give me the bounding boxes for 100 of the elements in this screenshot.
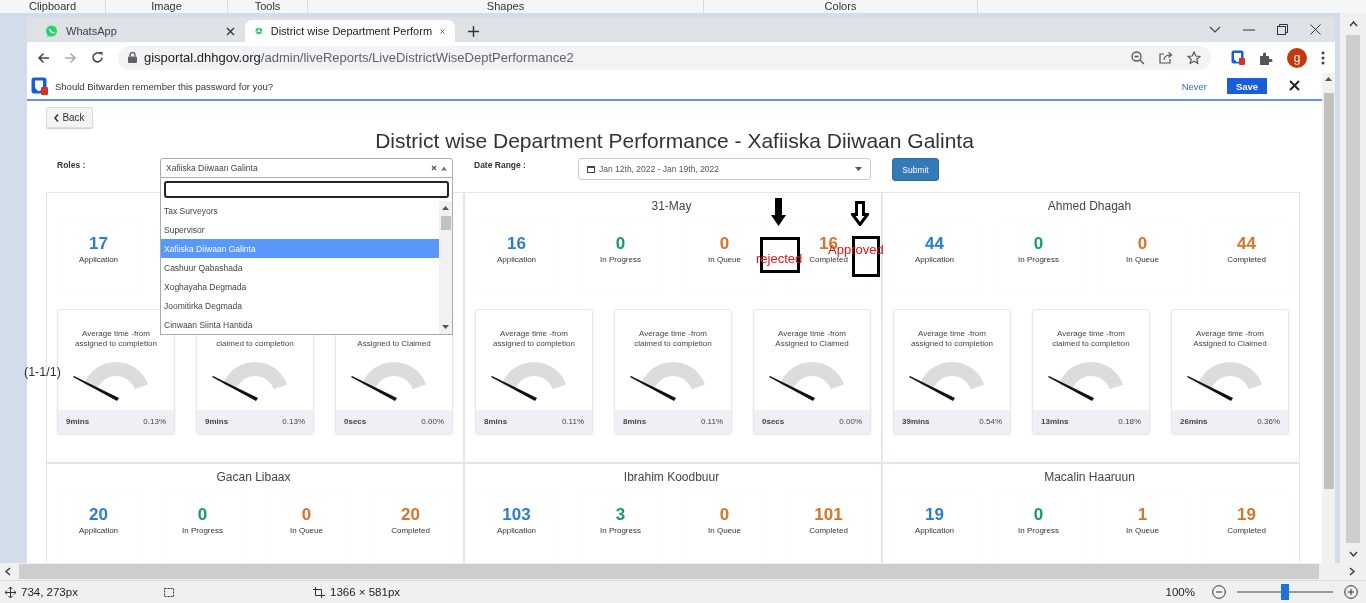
scroll-thumb[interactable] [19, 564, 1319, 579]
gauge-title: claimed to completion [216, 339, 294, 349]
restore-icon[interactable] [1277, 24, 1288, 35]
gauge-percent: 0.36% [1257, 417, 1280, 426]
dropdown-option[interactable]: Joomitirka Degmada [161, 296, 439, 315]
gauge-title: assigned to completion [75, 339, 157, 349]
submit-button[interactable]: Submit [892, 158, 939, 181]
selection-icon [163, 586, 175, 598]
gauge-title: Average time -from [778, 329, 846, 339]
gauge-time: 13mins [1041, 417, 1069, 426]
dropdown-option[interactable]: Xoghayaha Degmada [161, 277, 439, 296]
kebab-menu-icon[interactable] [1321, 50, 1325, 65]
zoom-in-button[interactable] [1344, 585, 1358, 599]
caret-up-icon[interactable] [442, 205, 449, 210]
address-bar[interactable]: gisportal.dhhgov.org/admin/liveReports/LiveDistrictWiseDeptPerformance2 [118, 45, 1211, 70]
list-scrollbar[interactable] [439, 201, 452, 334]
gauge-time: 39mins [902, 417, 930, 426]
caret-icon [855, 167, 862, 171]
stat-label: In Queue [1126, 255, 1159, 264]
date-range-label: Date Range : [474, 160, 527, 170]
stat-value: 20 [401, 505, 420, 525]
panel-title: 31-May [651, 199, 692, 213]
stat-label: In Queue [708, 526, 741, 535]
chevron-down-icon[interactable] [1348, 551, 1358, 557]
scroll-thumb[interactable] [1346, 35, 1360, 543]
zoom-out-button[interactable] [1212, 585, 1226, 599]
stat-value: 0 [197, 505, 208, 525]
stat-value: 101 [814, 505, 843, 525]
move-icon [5, 586, 16, 598]
gauge-title: Average time -from [918, 329, 986, 339]
stat-label: In Queue [290, 526, 323, 535]
chevron-left-icon[interactable] [5, 567, 11, 576]
calendar-icon [587, 165, 595, 173]
stat-label: Application [78, 255, 119, 264]
stat-value: 19 [925, 505, 944, 525]
panel-title: Ibrahim Koodbuur [623, 470, 720, 484]
close-icon[interactable] [1289, 79, 1300, 91]
clear-and-caret-icon[interactable] [431, 165, 447, 171]
stat-value: 3 [615, 505, 626, 525]
puzzle-icon[interactable] [1259, 50, 1273, 65]
stat-label: In Queue [708, 255, 741, 264]
dropdown-option[interactable]: Supervisor [161, 220, 439, 239]
gauge-title: assigned to completion [911, 339, 993, 349]
plus-icon[interactable] [467, 25, 480, 38]
scroll-thumb[interactable] [1323, 93, 1334, 489]
search-field[interactable] [164, 181, 449, 198]
gauge-title: Average time -from [1196, 329, 1264, 339]
reload-icon[interactable] [91, 51, 104, 64]
stat-value: 0 [1033, 234, 1044, 254]
gauge-title: Average time -from [82, 329, 150, 339]
profile-avatar[interactable]: g [1287, 47, 1307, 68]
gauge-time: 26mins [1180, 417, 1208, 426]
dropdown-option[interactable]: Tax Surveyors [161, 201, 439, 220]
gauge-time: 0secs [344, 417, 367, 426]
chevron-up-icon[interactable] [1348, 21, 1358, 27]
close-icon[interactable] [226, 26, 235, 36]
back-arrow-icon[interactable] [37, 51, 50, 64]
gauge-title: Assigned to Claimed [1193, 339, 1267, 349]
panel-title: Gacan Libaax [216, 470, 291, 484]
stat-value: 1 [1137, 505, 1148, 525]
zoom-out-icon[interactable] [1131, 50, 1145, 65]
dropdown-option[interactable]: Cashuur Qabashada [161, 258, 439, 277]
gauge-percent: 0.11% [700, 417, 723, 426]
stat-value: 17 [89, 234, 108, 254]
stat-label: Application [78, 526, 119, 535]
ribbon-group-label: Colors [824, 0, 857, 13]
page-scrollbar[interactable] [1322, 73, 1335, 563]
stat-value: 44 [925, 234, 944, 254]
down-arrow-icon [771, 198, 786, 226]
browser-tab[interactable]: WhatsApp [35, 20, 245, 42]
date-range-field[interactable]: Jan 12th, 2022 - Jan 19th, 2022 [578, 158, 871, 180]
gauge-time: 9mins [66, 417, 90, 426]
chevron-left-icon [54, 113, 60, 122]
close-icon[interactable] [1310, 24, 1321, 35]
share-icon[interactable] [1159, 51, 1173, 64]
gauge-time: 0secs [762, 417, 785, 426]
caret-up-icon[interactable] [1325, 76, 1332, 81]
star-icon[interactable] [1187, 50, 1201, 65]
shield-icon [31, 77, 49, 95]
never-link[interactable]: Never [1181, 80, 1207, 92]
chevron-down-icon[interactable] [1209, 25, 1221, 34]
chat-bubble-icon [45, 24, 58, 38]
shield-icon[interactable] [1231, 50, 1245, 65]
caret-down-icon[interactable] [442, 325, 449, 330]
scroll-thumb[interactable] [440, 216, 451, 230]
gauge-percent: 0.18% [1118, 417, 1141, 426]
stat-value: 0 [615, 234, 626, 254]
browser-tab[interactable]: District wise Department Perform [245, 20, 455, 42]
gauge-title: claimed to completion [634, 339, 712, 349]
down-arrow-icon [851, 201, 869, 226]
minimize-icon[interactable] [1243, 28, 1255, 31]
gauge-time: 8mins [623, 417, 647, 426]
back-button[interactable]: Back [46, 107, 93, 128]
gauge-percent: 0.00% [421, 417, 444, 426]
page-title: District wise Department Performance - Xafiiska Diiwaan Galinta [375, 129, 974, 152]
chevron-right-icon[interactable] [1349, 567, 1355, 576]
dropdown-option[interactable]: Cinwaan Siinta Hantida [161, 315, 439, 334]
stat-value: 0 [719, 505, 730, 525]
save-button[interactable]: Save [1227, 78, 1267, 94]
stat-value: 0 [1033, 505, 1044, 525]
